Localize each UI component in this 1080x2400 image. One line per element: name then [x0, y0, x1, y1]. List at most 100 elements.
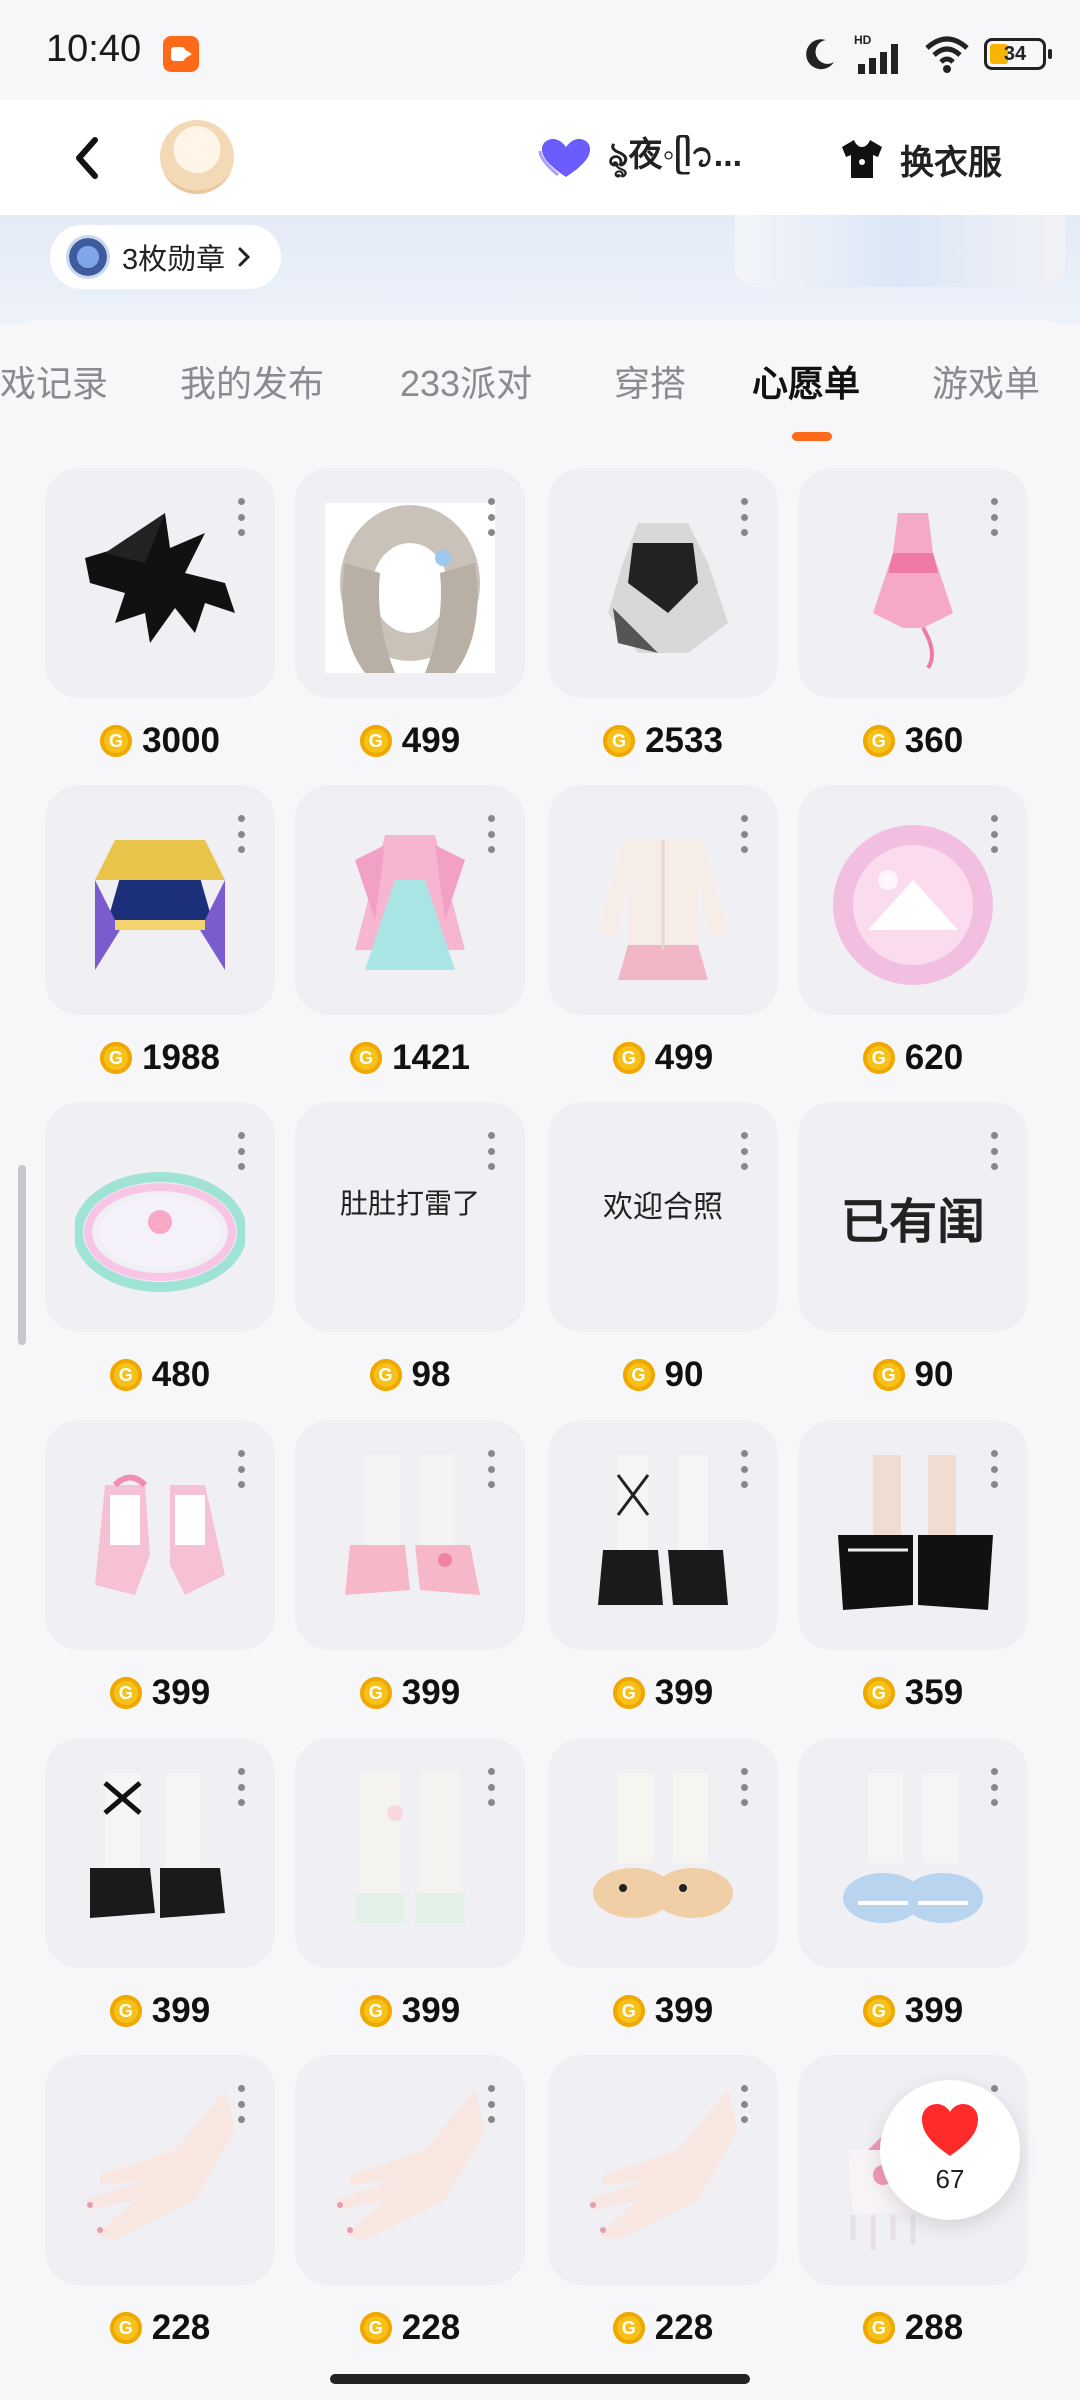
back-button[interactable] — [62, 130, 112, 186]
more-options-icon[interactable] — [237, 815, 245, 853]
wishlist-item-card[interactable] — [45, 2055, 275, 2285]
more-options-icon[interactable] — [237, 1768, 245, 1806]
wishlist-item-card[interactable] — [798, 785, 1028, 1015]
sticker-text: 肚肚打雷了 — [339, 1187, 480, 1220]
more-options-icon[interactable] — [740, 1132, 748, 1170]
item-price: 2533 — [548, 716, 778, 766]
more-options-icon[interactable] — [487, 2085, 495, 2123]
wishlist-item-card[interactable] — [548, 1420, 778, 1650]
wishlist-item-card[interactable] — [798, 1420, 1028, 1650]
more-options-icon[interactable] — [237, 2085, 245, 2123]
wishlist-item-card[interactable] — [548, 2055, 778, 2285]
battery-icon: 34 — [984, 38, 1052, 70]
wishlist-item-card[interactable] — [295, 1738, 525, 1968]
wishlist-item-card[interactable] — [295, 1420, 525, 1650]
more-options-icon[interactable] — [990, 1450, 998, 1488]
hand-thumbnail — [75, 2090, 245, 2260]
tab-outfits[interactable]: 穿搭 — [614, 355, 686, 407]
item-price: 399 — [295, 1668, 525, 1718]
user-info[interactable]: ৡ夜◦ᥫ᭡... — [538, 130, 742, 188]
price-value: 499 — [401, 721, 461, 760]
battery-level: 34 — [1003, 42, 1027, 65]
price-value: 90 — [914, 1355, 954, 1394]
cellular-signal-icon: HD — [854, 33, 898, 74]
item-price: 399 — [45, 1986, 275, 2036]
more-options-icon[interactable] — [487, 1768, 495, 1806]
item-price: 399 — [548, 1986, 778, 2036]
badges-chip[interactable]: 3枚勋章 — [50, 225, 282, 289]
home-indicator[interactable] — [330, 2374, 750, 2384]
more-options-icon[interactable] — [740, 1768, 748, 1806]
more-options-icon[interactable] — [237, 498, 245, 536]
coin-icon — [359, 1995, 392, 2027]
black-lace-thumbnail — [578, 1455, 748, 1625]
price-value: 228 — [401, 2308, 461, 2347]
wishlist-item-card[interactable] — [45, 1738, 275, 1968]
tab-game-records[interactable]: 戏记录 — [0, 355, 108, 407]
coin-icon — [862, 725, 895, 757]
price-value: 288 — [904, 2308, 964, 2347]
coin-icon — [612, 2312, 645, 2344]
wishlist-item-card[interactable] — [45, 1420, 275, 1650]
wishlist-item-card[interactable]: 已有闺 — [798, 1102, 1028, 1332]
price-value: 3000 — [142, 721, 220, 760]
more-options-icon[interactable] — [237, 1450, 245, 1488]
wishlist-item-card[interactable] — [295, 785, 525, 1015]
more-options-icon[interactable] — [740, 1450, 748, 1488]
more-options-icon[interactable] — [740, 498, 748, 536]
wishlist-item-card[interactable] — [548, 785, 778, 1015]
wishlist-item-card[interactable]: 欢迎合照 — [548, 1102, 778, 1332]
wishlist-item-card[interactable] — [45, 1102, 275, 1332]
wishlist-item-card[interactable] — [45, 785, 275, 1015]
tab-wishlist[interactable]: 心愿单 — [752, 355, 860, 407]
badges-label: 3枚勋章 — [122, 244, 226, 276]
item-price: 360 — [798, 716, 1028, 766]
wishlist-item-card[interactable]: 肚肚打雷了 — [295, 1102, 525, 1332]
coin-icon — [369, 1359, 402, 1391]
change-outfit-button[interactable]: 换衣服 — [838, 130, 1002, 188]
chevron-left-icon — [76, 137, 98, 179]
coin-icon — [612, 1995, 645, 2027]
coin-icon — [872, 1359, 905, 1391]
item-price: 620 — [798, 1033, 1028, 1083]
cat-slippers-thumbnail — [578, 1773, 748, 1943]
more-options-icon[interactable] — [990, 815, 998, 853]
tab-game-list[interactable]: 游戏单 — [932, 355, 1040, 407]
more-options-icon[interactable] — [990, 498, 998, 536]
wishlist-item-card[interactable] — [295, 468, 525, 698]
avatar[interactable] — [160, 120, 234, 194]
status-bar: 10:40 HD 34 — [0, 0, 1080, 100]
item-price: 90 — [798, 1350, 1028, 1400]
more-options-icon[interactable] — [487, 815, 495, 853]
more-options-icon[interactable] — [990, 1132, 998, 1170]
wishlist-item-card[interactable] — [45, 468, 275, 698]
wishlist-item-card[interactable] — [295, 2055, 525, 2285]
item-price: 1988 — [45, 1033, 275, 1083]
item-price: 499 — [548, 1033, 778, 1083]
wishlist-item-card[interactable] — [548, 1738, 778, 1968]
wishlist-item-card[interactable] — [798, 1738, 1028, 1968]
more-options-icon[interactable] — [740, 815, 748, 853]
tab-233-party[interactable]: 233派对 — [400, 355, 532, 407]
more-options-icon[interactable] — [740, 2085, 748, 2123]
coin-icon — [612, 1042, 645, 1074]
wishlist-item-card[interactable] — [798, 468, 1028, 698]
like-button[interactable]: 67 — [880, 2080, 1020, 2220]
price-value: 2533 — [645, 721, 723, 760]
more-options-icon[interactable] — [990, 1768, 998, 1806]
profile-header: ৡ夜◦ᥫ᭡... 换衣服 — [0, 100, 1080, 215]
item-price: 359 — [798, 1668, 1028, 1718]
coin-icon — [612, 1677, 645, 1709]
price-value: 499 — [654, 1038, 714, 1077]
more-options-icon[interactable] — [487, 1132, 495, 1170]
coin-icon — [109, 1359, 142, 1391]
more-options-icon[interactable] — [487, 1450, 495, 1488]
more-options-icon[interactable] — [237, 1132, 245, 1170]
wishlist-item-card[interactable] — [548, 468, 778, 698]
coin-icon — [359, 2312, 392, 2344]
item-price: 228 — [45, 2303, 275, 2353]
item-price: 480 — [45, 1350, 275, 1400]
scrollbar[interactable] — [18, 1165, 26, 1345]
more-options-icon[interactable] — [487, 498, 495, 536]
tab-my-posts[interactable]: 我的发布 — [180, 355, 324, 407]
